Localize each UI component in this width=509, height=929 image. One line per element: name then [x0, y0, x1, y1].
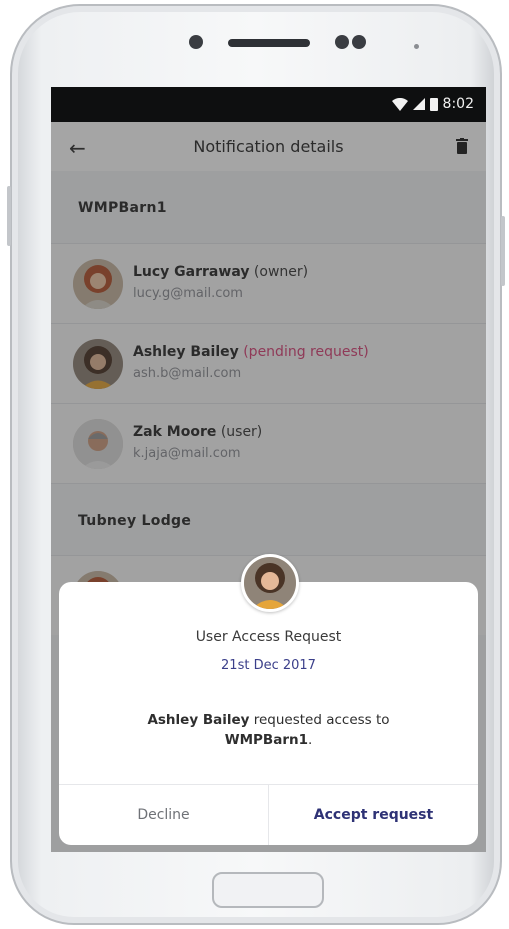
sensor-dot [335, 35, 349, 49]
requester-name: Ashley Bailey [147, 712, 250, 728]
speaker-grill [228, 39, 310, 47]
message-text: requested access to [253, 712, 390, 728]
status-bar: 8:02 [51, 87, 486, 122]
app-view: ← Notification details WMPBarn1 Lucy Gar… [51, 122, 486, 852]
request-date: 21st Dec 2017 [221, 658, 316, 673]
signal-icon [412, 98, 425, 110]
volume-button [7, 186, 11, 246]
accept-request-button[interactable]: Accept request [269, 785, 478, 845]
phone-screen: 8:02 ← Notification details WMPBarn1 Luc… [51, 87, 486, 852]
battery-icon [429, 97, 438, 111]
decline-button[interactable]: Decline [59, 785, 269, 845]
dialog-message: Ashley Bailey requested access to WMPBar… [147, 712, 390, 748]
power-button [501, 216, 505, 286]
home-button[interactable] [212, 872, 324, 908]
led-dot [414, 44, 419, 49]
dialog-actions: Decline Accept request [59, 784, 478, 845]
dialog-title: User Access Request [195, 629, 342, 645]
status-time: 8:02 [442, 96, 474, 112]
property-name: WMPBarn1 [224, 732, 308, 748]
sensor-dot [352, 35, 366, 49]
requester-avatar [241, 554, 299, 612]
camera-dot [189, 35, 203, 49]
access-request-dialog: User Access Request 21st Dec 2017 Ashley… [59, 554, 478, 845]
wifi-icon [391, 97, 408, 111]
